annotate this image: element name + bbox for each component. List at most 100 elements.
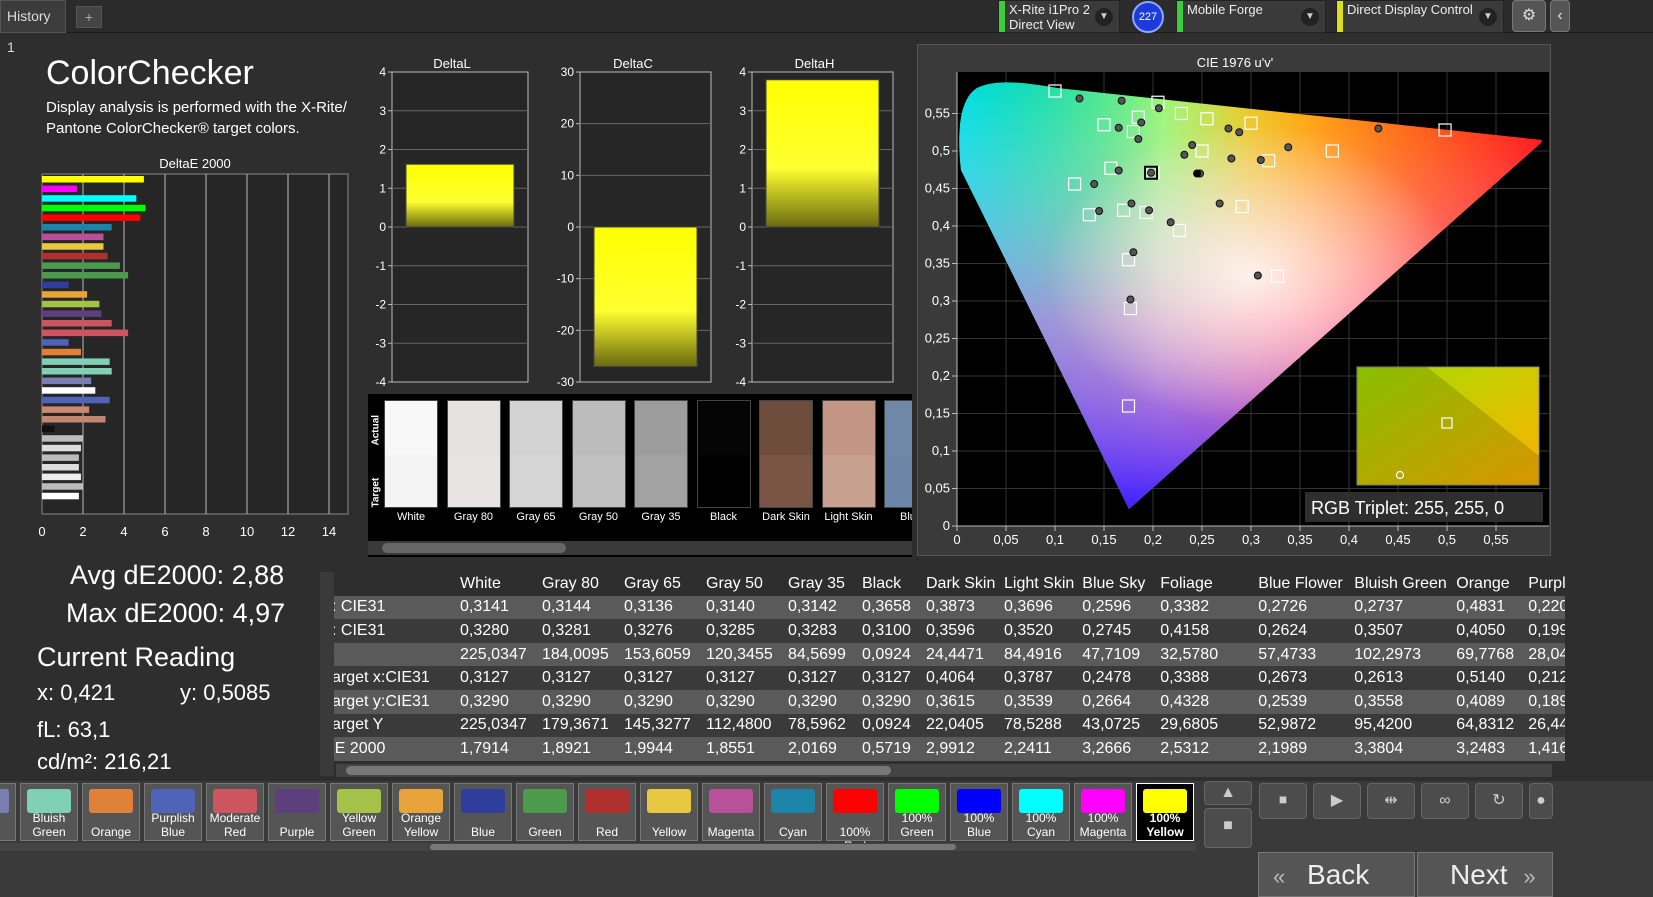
actual-marker [1235, 128, 1244, 137]
swatch-label-line2: Orange [90, 825, 132, 839]
target-label: Target [370, 477, 382, 508]
swatch-button[interactable]: Magenta [702, 783, 760, 841]
swatch-button[interactable]: Green [516, 783, 574, 841]
table-scrollbar[interactable] [336, 764, 1552, 777]
table-cell: 0,3127 [858, 666, 922, 690]
swatch-button[interactable]: 100% Magenta [1074, 783, 1132, 841]
color-patch[interactable] [696, 400, 751, 508]
deltae-bar [42, 329, 129, 337]
table-cell: 225,0347 [456, 713, 538, 738]
swatch-button[interactable]: Orange [82, 783, 140, 841]
table-cell: 0,2664 [1078, 689, 1157, 714]
chevron-down-icon: ▼ [1301, 8, 1319, 26]
swatch-button[interactable]: Cyan [764, 783, 822, 841]
more-button[interactable]: ● [1529, 783, 1553, 819]
table-cell: 32,5780 [1156, 642, 1255, 667]
swatch-button[interactable]: Yellow [640, 783, 698, 841]
actual-marker [1075, 94, 1084, 103]
swatch-color [461, 789, 505, 813]
color-patch[interactable] [821, 400, 876, 508]
device-select[interactable]: X-Rite i1Pro 2 Direct View ▼ [998, 0, 1120, 33]
device-color-bar [999, 1, 1005, 32]
swatch-button[interactable]: er [0, 783, 16, 841]
loop-button[interactable]: ∞ [1421, 783, 1469, 819]
swatch-color [27, 789, 71, 813]
add-tab-button[interactable]: + [76, 6, 102, 28]
stop-measure-button[interactable]: ⏹ [1259, 783, 1307, 819]
delta-tick-label: -30 [557, 375, 575, 389]
color-patch[interactable] [884, 400, 912, 508]
swatch-button[interactable]: 100% Red [826, 783, 884, 853]
deltac-chart: 30 20 10 0 -10 -20 -30 [557, 65, 712, 389]
color-patch[interactable] [571, 400, 626, 508]
swatch-label: Cyan [765, 811, 821, 839]
delta-tick-label: 0 [739, 220, 746, 234]
swatch-button[interactable]: 100% Cyan [1012, 783, 1070, 841]
swatch-button[interactable]: Purplish Blue [144, 783, 202, 841]
swatch-scroll-thumb[interactable] [430, 844, 956, 850]
swatch-button[interactable]: 100% Green [888, 783, 946, 841]
color-patch[interactable] [446, 400, 501, 508]
table-cell: 0,3558 [1350, 689, 1453, 714]
swatch-label-line1 [827, 811, 883, 825]
patch-actual [822, 401, 875, 455]
swatch-button[interactable]: Yellow Green [330, 783, 388, 841]
cie-y-tick-label: 0,1 [932, 443, 950, 458]
table-cell: 1,9944 [620, 737, 702, 761]
cie-x-tick-label: 0,05 [993, 532, 1018, 547]
swatch-label-line1 [517, 811, 573, 825]
swatch-button[interactable]: Bluish Green [20, 783, 78, 841]
swatch-button[interactable]: Red [578, 783, 636, 841]
swatch-scrollbar[interactable] [0, 843, 1196, 851]
table-row: Target x:CIE31 0,3127 0,3127 0,3127 0,3127 0,… [320, 666, 1565, 690]
color-patch[interactable] [634, 400, 688, 508]
swatch-button[interactable]: Blue [454, 783, 512, 841]
scroll-right-button[interactable]: ‹ [1550, 0, 1570, 32]
swatch-button[interactable]: Orange Yellow [392, 783, 450, 841]
swatch-label-line1 [269, 811, 325, 825]
collapse-button[interactable]: ▲ [1204, 781, 1252, 805]
deltae-bar [42, 444, 81, 452]
back-button[interactable]: « Back [1258, 852, 1415, 897]
refresh-button[interactable]: ↻ [1475, 783, 1523, 819]
patch-scrollbar[interactable] [368, 541, 912, 555]
table-cell: 0,3615 [922, 689, 1000, 714]
deltae-bar [42, 464, 79, 471]
delta-tick-label: 1 [739, 181, 746, 195]
color-patch[interactable] [759, 400, 813, 508]
cie-y-tick-label: 0,35 [925, 256, 950, 271]
control-select[interactable]: Direct Display Control ▼ [1336, 0, 1504, 33]
swatch-label-line1 [455, 811, 511, 825]
deltae-bar-chart: 0 2 4 6 8 10 12 14 [38, 173, 349, 539]
delta-lch-charts: 43210-1-2-3-4 3020100-10-20-30 43210-1-2… [375, 65, 894, 389]
swatch-color [0, 789, 9, 813]
settings-button[interactable]: ⚙ [1512, 0, 1546, 32]
table-scroll-thumb[interactable] [346, 766, 891, 775]
next-button[interactable]: Next » [1417, 852, 1553, 897]
deltae-bar [42, 425, 55, 433]
infinity-icon: ∞ [1439, 792, 1451, 809]
table-cell: 0,3142 [784, 595, 858, 620]
play-button[interactable]: ▶ [1313, 783, 1361, 819]
step-button[interactable]: ⇹ [1367, 783, 1415, 819]
patch-scroll-thumb[interactable] [382, 543, 566, 553]
table-cell: 0,3144 [538, 595, 620, 620]
tab-history-1[interactable]: History 1 [0, 0, 66, 55]
swatch-button[interactable]: Purple [268, 783, 326, 841]
color-patch[interactable] [509, 400, 563, 508]
measurement-table: White Gray 80 Gray 65 Gray 50 Gray 35 Black Da… [320, 572, 1565, 776]
stop-button[interactable]: ■ [1204, 808, 1252, 848]
deltae-bar [42, 204, 146, 212]
table-row-label: Target y:CIE31 [320, 689, 456, 714]
swatch-button[interactable]: 100% Yellow [1136, 783, 1194, 841]
current-cdm: cd/m²: 216,21 [37, 749, 172, 774]
profile-select[interactable]: Mobile Forge ▼ [1176, 0, 1326, 33]
swatch-label-line1 [641, 811, 697, 825]
table-cell: 0,3290 [456, 689, 538, 714]
color-patch[interactable] [384, 400, 438, 508]
swatch-button[interactable]: 100% Blue [950, 783, 1008, 841]
swatch-label-line2: Blue [966, 825, 992, 839]
current-x: x: 0,421 [37, 680, 116, 705]
swatch-button[interactable]: Moderate Red [206, 783, 264, 841]
swatch-color [213, 789, 257, 813]
